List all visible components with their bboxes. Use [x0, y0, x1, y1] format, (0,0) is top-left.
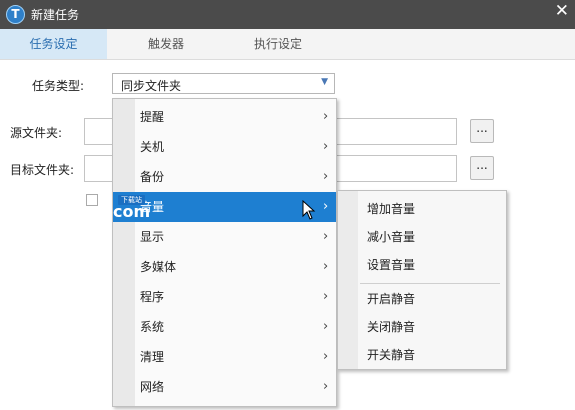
window-title: 新建任务: [31, 8, 80, 22]
source-folder-label: 源文件夹:: [10, 126, 63, 140]
task-type-value: 同步文件夹: [121, 79, 182, 93]
chevron-right-icon: ›: [323, 109, 329, 124]
tab-bar: 任务设定 触发器 执行设定: [0, 29, 575, 60]
menu-item-label: 多媒体: [140, 260, 177, 274]
chevron-right-icon: ›: [323, 229, 329, 244]
menu-item-label: 备份: [140, 170, 165, 184]
submenu-item-increase-volume[interactable]: 增加音量: [338, 195, 506, 223]
menu-item-display[interactable]: 显示 ›: [113, 222, 336, 252]
task-type-label: 任务类型:: [32, 79, 85, 93]
target-browse-button[interactable]: ...: [470, 156, 494, 180]
menu-item-multimedia[interactable]: 多媒体 ›: [113, 252, 336, 282]
menu-item-label: 提醒: [140, 110, 165, 124]
menu-item-cleanup[interactable]: 清理 ›: [113, 342, 336, 372]
close-button[interactable]: ✕: [555, 1, 569, 21]
menu-item-backup[interactable]: 备份 ›: [113, 162, 336, 192]
chevron-right-icon: ›: [323, 379, 329, 394]
target-folder-label: 目标文件夹:: [10, 163, 75, 177]
submenu-item-label: 开关静音: [367, 348, 416, 362]
menu-item-label: 清理: [140, 350, 165, 364]
submenu-item-label: 开启静音: [367, 292, 416, 306]
title-bar: T 新建任务 ✕: [0, 0, 575, 29]
tab-triggers[interactable]: 触发器: [111, 29, 221, 59]
task-type-select[interactable]: 同步文件夹 ▼: [112, 73, 335, 94]
menu-item-label: 系统: [140, 320, 165, 334]
chevron-right-icon: ›: [323, 349, 329, 364]
source-browse-button[interactable]: ...: [470, 119, 494, 143]
submenu-item-mute-on[interactable]: 开启静音: [338, 285, 506, 313]
submenu-divider: [360, 283, 500, 284]
chevron-right-icon: ›: [323, 199, 329, 214]
submenu-item-label: 设置音量: [367, 258, 416, 272]
submenu-item-mute-off[interactable]: 关闭静音: [338, 313, 506, 341]
chevron-right-icon: ›: [323, 289, 329, 304]
watermark-logo: 下载站 com: [113, 195, 165, 221]
menu-item-network[interactable]: 网络 ›: [113, 372, 336, 402]
app-logo-icon: T: [6, 5, 25, 24]
menu-item-program[interactable]: 程序 ›: [113, 282, 336, 312]
submenu-item-label: 增加音量: [367, 202, 416, 216]
menu-item-label: 显示: [140, 230, 165, 244]
menu-item-label: 网络: [140, 380, 165, 394]
chevron-right-icon: ›: [323, 259, 329, 274]
menu-item-label: 关机: [140, 140, 165, 154]
menu-item-reminder[interactable]: 提醒 ›: [113, 102, 336, 132]
submenu-item-toggle-mute[interactable]: 开关静音: [338, 341, 506, 369]
submenu-item-label: 关闭静音: [367, 320, 416, 334]
task-type-menu: 提醒 › 关机 › 备份 › 音量 › 显示 › 多媒体 › 程序 › 系统 ›…: [112, 98, 337, 407]
chevron-right-icon: ›: [323, 139, 329, 154]
mouse-cursor-icon: [302, 200, 316, 220]
watermark-text: com: [113, 202, 151, 221]
chevron-right-icon: ›: [323, 169, 329, 184]
chevron-down-icon: ▼: [321, 77, 328, 87]
menu-item-shutdown[interactable]: 关机 ›: [113, 132, 336, 162]
option-checkbox[interactable]: [86, 194, 98, 206]
menu-item-label: 程序: [140, 290, 165, 304]
menu-item-system[interactable]: 系统 ›: [113, 312, 336, 342]
submenu-item-decrease-volume[interactable]: 减小音量: [338, 223, 506, 251]
chevron-right-icon: ›: [323, 319, 329, 334]
tab-execution-settings[interactable]: 执行设定: [222, 29, 334, 59]
submenu-item-label: 减小音量: [367, 230, 416, 244]
submenu-item-set-volume[interactable]: 设置音量: [338, 251, 506, 279]
tab-task-settings[interactable]: 任务设定: [0, 29, 107, 59]
volume-submenu: 增加音量 减小音量 设置音量 开启静音 关闭静音 开关静音: [337, 190, 507, 370]
